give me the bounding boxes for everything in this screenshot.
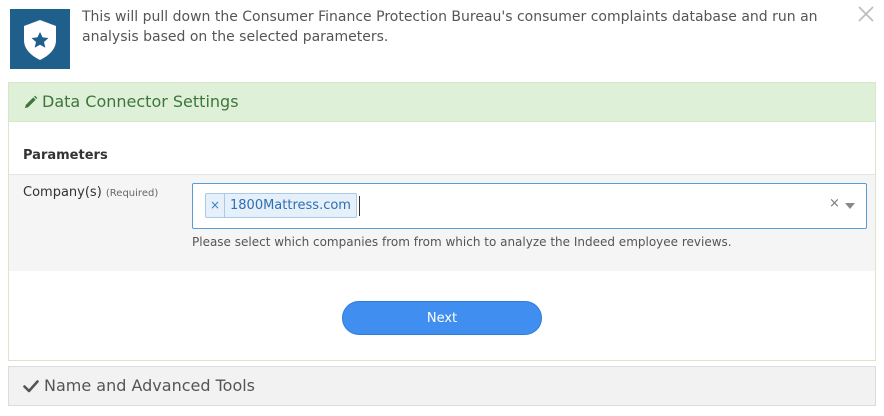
parameters-heading: Parameters: [23, 148, 108, 163]
next-button[interactable]: Next: [342, 301, 542, 335]
company-label-text: Company(s): [23, 185, 102, 200]
text-cursor: [359, 196, 360, 216]
selected-company-tag: × 1800Mattress.com: [205, 193, 357, 218]
company-help-text: Please select which companies from from …: [192, 235, 732, 249]
required-label: (Required): [105, 188, 159, 199]
panel-title: Data Connector Settings: [42, 92, 239, 111]
close-icon[interactable]: [856, 4, 876, 24]
shield-star-icon: [24, 20, 56, 60]
app-logo: [10, 9, 70, 69]
connector-description: This will pull down the Consumer Finance…: [82, 9, 818, 45]
pencil-icon: [24, 95, 38, 109]
tag-remove-icon[interactable]: ×: [206, 194, 225, 217]
chevron-down-icon[interactable]: [845, 203, 855, 209]
company-select[interactable]: × 1800Mattress.com ×: [192, 183, 867, 229]
tag-label: 1800Mattress.com: [230, 198, 351, 213]
header: This will pull down the Consumer Finance…: [0, 0, 884, 80]
parameters-section: Company(s) (Required) × 1800Mattress.com…: [9, 175, 875, 271]
checkmark-icon: [23, 380, 39, 393]
advanced-tools-title: Name and Advanced Tools: [44, 376, 256, 395]
company-field-label: Company(s) (Required): [23, 185, 158, 200]
data-connector-panel-header[interactable]: Data Connector Settings: [9, 83, 875, 122]
advanced-tools-panel[interactable]: Name and Advanced Tools: [8, 366, 876, 406]
clear-selection-icon[interactable]: ×: [829, 196, 840, 211]
data-connector-panel: Data Connector Settings Parameters Compa…: [8, 82, 876, 361]
